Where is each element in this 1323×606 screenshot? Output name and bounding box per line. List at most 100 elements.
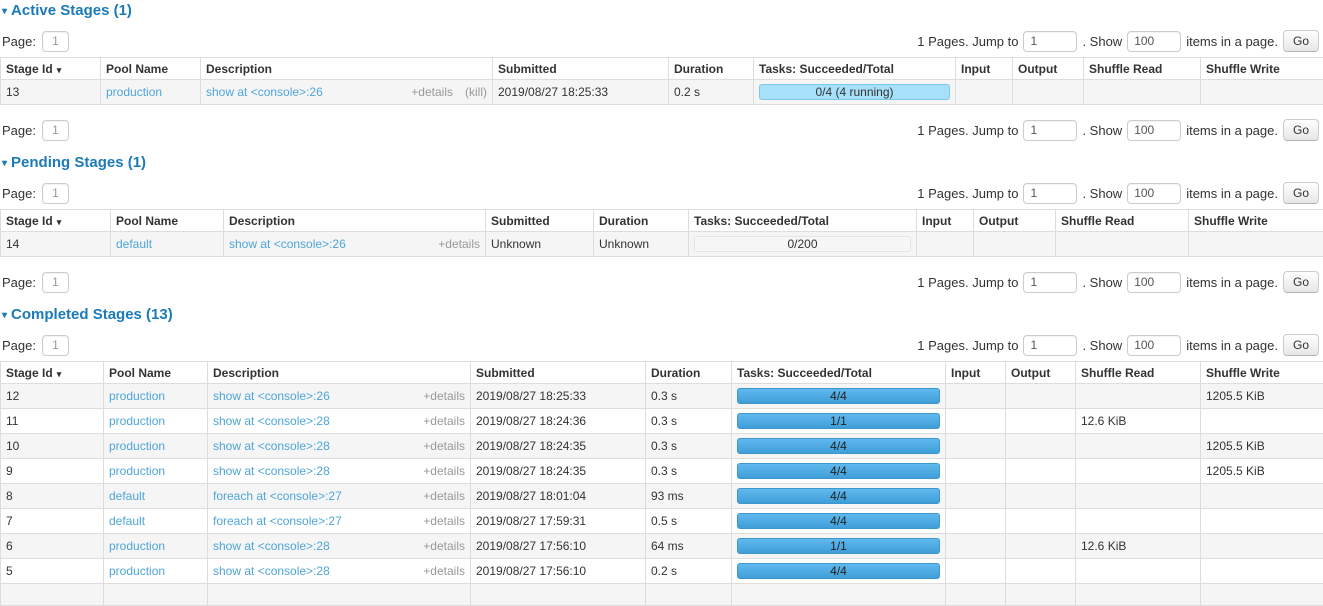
shuffle-read-cell: 12.6 KiB bbox=[1076, 534, 1201, 559]
pool-link[interactable]: production bbox=[109, 564, 165, 578]
show-count-input[interactable] bbox=[1127, 335, 1181, 356]
page-number-input[interactable] bbox=[42, 183, 69, 204]
collapse-arrow-icon: ▾ bbox=[2, 6, 7, 17]
column-header[interactable]: Output bbox=[1006, 362, 1076, 384]
jump-to-input[interactable] bbox=[1023, 120, 1077, 141]
column-header[interactable]: Submitted bbox=[493, 58, 669, 80]
description-link[interactable]: show at <console>:28 bbox=[213, 439, 330, 453]
pool-name-cell: production bbox=[104, 409, 208, 434]
description-link[interactable]: show at <console>:26 bbox=[213, 389, 330, 403]
pool-link[interactable]: production bbox=[109, 414, 165, 428]
column-header[interactable]: Pool Name bbox=[101, 58, 201, 80]
pool-link[interactable]: production bbox=[106, 85, 162, 99]
column-header[interactable]: Stage Id▾ bbox=[1, 58, 101, 80]
show-count-input[interactable] bbox=[1127, 120, 1181, 141]
description-link[interactable]: show at <console>:26 bbox=[229, 237, 346, 251]
details-toggle[interactable]: +details bbox=[423, 414, 465, 428]
column-header[interactable]: Description bbox=[208, 362, 471, 384]
column-header[interactable]: Description bbox=[224, 210, 486, 232]
description-link[interactable]: show at <console>:28 bbox=[213, 464, 330, 478]
column-header[interactable]: Input bbox=[956, 58, 1013, 80]
details-toggle[interactable]: +details bbox=[423, 539, 465, 553]
description-link[interactable]: foreach at <console>:27 bbox=[213, 489, 342, 503]
section-title[interactable]: ▾Active Stages (1) bbox=[2, 2, 1321, 19]
column-header[interactable]: Shuffle Write bbox=[1189, 210, 1323, 232]
details-toggle[interactable]: +details bbox=[423, 439, 465, 453]
table-row bbox=[1, 584, 1323, 606]
details-toggle[interactable]: +details bbox=[423, 464, 465, 478]
description-link[interactable]: show at <console>:28 bbox=[213, 414, 330, 428]
column-header[interactable]: Duration bbox=[594, 210, 689, 232]
pool-link[interactable]: production bbox=[109, 439, 165, 453]
go-button[interactable]: Go bbox=[1283, 334, 1319, 356]
page-label: Page: bbox=[2, 275, 36, 290]
table-header-row: Stage Id▾Pool NameDescriptionSubmittedDu… bbox=[1, 362, 1323, 384]
go-button[interactable]: Go bbox=[1283, 271, 1319, 293]
column-header[interactable]: Description bbox=[201, 58, 493, 80]
show-count-input[interactable] bbox=[1127, 183, 1181, 204]
tasks-progress-text: 1/1 bbox=[830, 414, 847, 428]
column-header[interactable]: Shuffle Write bbox=[1201, 362, 1323, 384]
column-header[interactable]: Input bbox=[917, 210, 974, 232]
column-header[interactable]: Shuffle Write bbox=[1201, 58, 1323, 80]
go-button[interactable]: Go bbox=[1283, 119, 1319, 141]
column-header[interactable]: Shuffle Read bbox=[1076, 362, 1201, 384]
details-toggle[interactable]: +details bbox=[423, 564, 465, 578]
column-header[interactable]: Tasks: Succeeded/Total bbox=[732, 362, 946, 384]
details-toggle[interactable]: +details bbox=[411, 85, 453, 99]
show-count-input[interactable] bbox=[1127, 272, 1181, 293]
column-header[interactable]: Duration bbox=[669, 58, 754, 80]
jump-to-input[interactable] bbox=[1023, 272, 1077, 293]
column-header[interactable]: Stage Id▾ bbox=[1, 362, 104, 384]
column-header[interactable]: Shuffle Read bbox=[1084, 58, 1201, 80]
description-cell: show at <console>:28 +details bbox=[208, 459, 471, 484]
go-button[interactable]: Go bbox=[1283, 182, 1319, 204]
column-header[interactable]: Submitted bbox=[486, 210, 594, 232]
column-header[interactable]: Input bbox=[946, 362, 1006, 384]
description-link[interactable]: show at <console>:26 bbox=[206, 85, 323, 99]
column-header[interactable]: Output bbox=[974, 210, 1056, 232]
tasks-progress-bar: 0/4 (4 running) bbox=[759, 84, 950, 100]
pool-name-cell: production bbox=[101, 80, 201, 105]
pool-name-cell: default bbox=[104, 484, 208, 509]
page-number-input[interactable] bbox=[42, 335, 69, 356]
page-number-input[interactable] bbox=[42, 120, 69, 141]
column-header[interactable]: Tasks: Succeeded/Total bbox=[754, 58, 956, 80]
description-wrap: show at <console>:28 +details bbox=[213, 564, 465, 578]
column-header[interactable]: Tasks: Succeeded/Total bbox=[689, 210, 917, 232]
pool-link[interactable]: production bbox=[109, 464, 165, 478]
details-toggle[interactable]: +details bbox=[423, 514, 465, 528]
column-header[interactable]: Shuffle Read bbox=[1056, 210, 1189, 232]
pool-link[interactable]: production bbox=[109, 389, 165, 403]
pool-link[interactable]: production bbox=[109, 539, 165, 553]
kill-link[interactable]: (kill) bbox=[465, 85, 487, 99]
column-header-label: Pool Name bbox=[116, 214, 178, 228]
column-header[interactable]: Submitted bbox=[471, 362, 646, 384]
show-count-input[interactable] bbox=[1127, 31, 1181, 52]
page-number-input[interactable] bbox=[42, 272, 69, 293]
description-link[interactable]: foreach at <console>:27 bbox=[213, 514, 342, 528]
jump-to-input[interactable] bbox=[1023, 183, 1077, 204]
pool-link[interactable]: default bbox=[109, 514, 145, 528]
details-toggle[interactable]: +details bbox=[423, 489, 465, 503]
column-header[interactable]: Output bbox=[1013, 58, 1084, 80]
details-toggle[interactable]: +details bbox=[423, 389, 465, 403]
details-toggle[interactable]: +details bbox=[438, 237, 480, 251]
pagination-bar: Page: 1 Pages. Jump to . Show items in a… bbox=[2, 271, 1319, 293]
description-link[interactable]: show at <console>:28 bbox=[213, 564, 330, 578]
go-button[interactable]: Go bbox=[1283, 30, 1319, 52]
input-cell bbox=[946, 384, 1006, 409]
jump-to-input[interactable] bbox=[1023, 31, 1077, 52]
jump-to-input[interactable] bbox=[1023, 335, 1077, 356]
column-header[interactable]: Stage Id▾ bbox=[1, 210, 111, 232]
column-header[interactable]: Pool Name bbox=[104, 362, 208, 384]
description-link[interactable]: show at <console>:28 bbox=[213, 539, 330, 553]
section-title[interactable]: ▾Completed Stages (13) bbox=[2, 306, 1321, 323]
pool-link[interactable]: default bbox=[109, 489, 145, 503]
page-number-input[interactable] bbox=[42, 31, 69, 52]
column-header[interactable]: Duration bbox=[646, 362, 732, 384]
pool-link[interactable]: default bbox=[116, 237, 152, 251]
duration-cell: 0.3 s bbox=[646, 409, 732, 434]
section-title[interactable]: ▾Pending Stages (1) bbox=[2, 154, 1321, 171]
column-header[interactable]: Pool Name bbox=[111, 210, 224, 232]
